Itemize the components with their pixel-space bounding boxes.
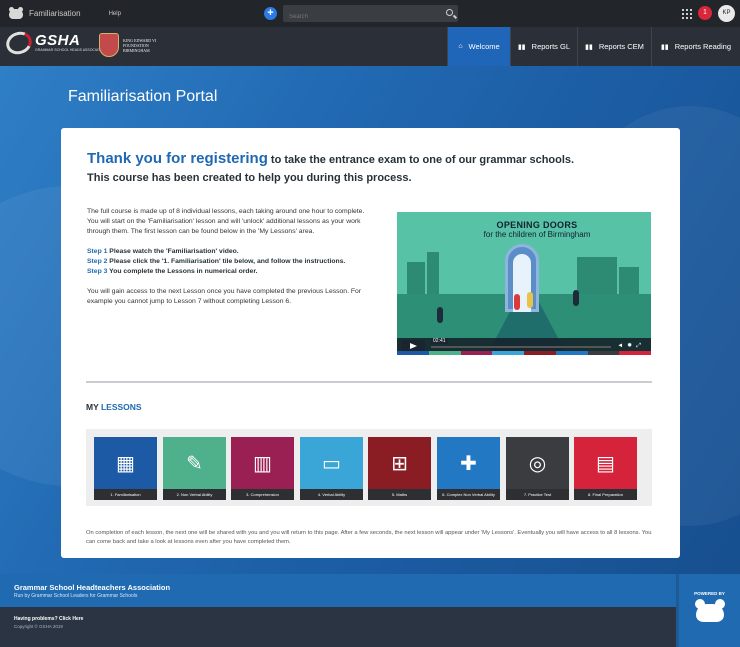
video-title-line1: OPENING DOORS: [496, 220, 578, 230]
puzzle-icon: ✚: [460, 452, 477, 475]
add-button[interactable]: +: [264, 7, 277, 20]
main-nav: ⌂ Welcome ▮▮ Reports GL ▮▮ Reports CEM ▮…: [447, 27, 740, 66]
video-progress-bar[interactable]: [431, 346, 611, 348]
bar-chart-icon: ▮▮: [585, 43, 593, 51]
bar-chart-icon: ▮▮: [517, 43, 526, 51]
kes-logo[interactable]: KING EDWARD VI FOUNDATION BIRMINGHAM: [99, 33, 156, 57]
settings-gear-icon[interactable]: ✹: [627, 343, 636, 349]
video-title-line2: for the children of Birmingham: [483, 230, 591, 239]
frog-logo-icon: [695, 599, 725, 622]
footer-org-name: Grammar School Headteachers Association: [14, 583, 171, 592]
lesson-label: 1. Familiarisation: [94, 489, 157, 500]
notification-badge[interactable]: 1: [698, 6, 712, 20]
nav-reports-gl[interactable]: ▮▮ Reports GL: [510, 27, 577, 66]
lesson-tile-verbal-ability[interactable]: ▭ 4. Verbal Ability: [300, 437, 363, 500]
site-footer: Grammar School Headteachers Association …: [0, 574, 676, 647]
nav-reports-reading[interactable]: ▮▮ Reports Reading: [651, 27, 740, 66]
apps-grid-icon[interactable]: [682, 9, 692, 19]
bar-chart-icon: ▮▮: [660, 43, 669, 51]
kes-crest-icon: [99, 33, 119, 57]
search-box: [283, 5, 458, 26]
top-bar: Familiarisation Help + 1 KP: [0, 0, 740, 27]
lesson-tile-complex-non-verbal-ability[interactable]: ✚ 6. Complex Non Verbal Ability: [437, 437, 500, 500]
video-time: 02:41: [431, 338, 448, 344]
divider: [86, 381, 652, 383]
speech-bubble-icon: ▭: [322, 452, 341, 475]
lessons-panel: ▦ 1. Familiarisation ✎ 2. Non Verbal Abi…: [86, 429, 652, 506]
lesson-tile-comprehension[interactable]: ▥ 3. Comprehension: [231, 437, 294, 500]
completion-note: On completion of each lesson, the next o…: [86, 530, 652, 545]
lesson-label: 5. Maths: [368, 489, 431, 500]
lesson-label: 3. Comprehension: [231, 489, 294, 500]
page-title: Familiarisation Portal: [68, 88, 218, 105]
fullscreen-icon[interactable]: ⤢: [636, 343, 645, 349]
search-icon[interactable]: [446, 9, 453, 16]
footer-tagline: Run by Grammar School Leaders for Gramma…: [14, 593, 138, 599]
lesson-label: 4. Verbal Ability: [300, 489, 363, 500]
target-icon: ◎: [528, 452, 547, 475]
gsha-swoosh-icon: [3, 28, 35, 58]
heading-rest: to take the entrance exam to one of our …: [267, 154, 575, 166]
nav-reports-cem[interactable]: ▮▮ Reports CEM: [577, 27, 651, 66]
lesson-label: 2. Non Verbal Ability: [163, 489, 226, 500]
video-title: OPENING DOORS for the children of Birmin…: [457, 220, 617, 239]
help-link[interactable]: Help: [109, 11, 121, 17]
nav-label: Reports CEM: [598, 42, 644, 51]
lesson-tile-maths[interactable]: ⊞ 5. Maths: [368, 437, 431, 500]
intro-text: The full course is made up of 8 individu…: [87, 207, 377, 317]
step-2: Step 2 Please click the '1. Familiarisat…: [87, 258, 346, 265]
nav-label: Welcome: [468, 42, 500, 51]
lesson-tile-non-verbal-ability[interactable]: ✎ 2. Non Verbal Ability: [163, 437, 226, 500]
books-icon: ▥: [253, 452, 272, 475]
site-header: GSHA GRAMMAR SCHOOL HEADS ASSOCIATION KI…: [0, 27, 740, 66]
card-subheading: This course has been created to help you…: [87, 172, 412, 184]
access-note: You will gain access to the next Lesson …: [87, 288, 362, 305]
gsha-logo-subtext: GRAMMAR SCHOOL HEADS ASSOCIATION: [35, 48, 107, 52]
intro-paragraph: The full course is made up of 8 individu…: [87, 208, 365, 235]
home-icon: ⌂: [458, 43, 463, 50]
lesson-label: 7. Practice Test: [506, 489, 569, 500]
volume-icon[interactable]: ◄: [617, 343, 627, 349]
calculator-icon: ⊞: [391, 452, 408, 475]
avatar[interactable]: KP: [718, 5, 735, 22]
heading-highlight: Thank you for registering: [87, 150, 268, 167]
breadcrumb[interactable]: Familiarisation: [29, 9, 81, 18]
powered-by-label: POWERED BY: [694, 591, 725, 596]
lesson-tile-final-preparation[interactable]: ▤ 8. Final Preparation: [574, 437, 637, 500]
main-area: Familiarisation Portal Thank you for reg…: [0, 66, 740, 574]
apps-icon: ▦: [116, 452, 135, 475]
card-heading: Thank you for registering to take the en…: [87, 150, 657, 184]
welcome-card: Thank you for registering to take the en…: [61, 128, 680, 558]
kes-logo-line3: BIRMINGHAM: [123, 47, 150, 53]
lesson-tile-practice-test[interactable]: ◎ 7. Practice Test: [506, 437, 569, 500]
nav-label: Reports GL: [531, 42, 571, 51]
nav-welcome[interactable]: ⌂ Welcome: [447, 27, 510, 66]
search-input[interactable]: [283, 8, 433, 26]
familiarisation-video[interactable]: OPENING DOORS for the children of Birmin…: [397, 212, 651, 355]
lesson-label: 8. Final Preparation: [574, 489, 637, 500]
steps-list: Step 1 Please watch the 'Familiarisation…: [87, 247, 377, 277]
pencil-icon: ✎: [186, 452, 203, 475]
powered-by-frog[interactable]: POWERED BY: [679, 574, 740, 647]
gsha-logo[interactable]: GSHA GRAMMAR SCHOOL HEADS ASSOCIATION: [3, 28, 107, 58]
clipboard-icon: ▤: [596, 452, 615, 475]
gsha-logo-text: GSHA: [35, 32, 81, 49]
step-1: Step 1 Please watch the 'Familiarisation…: [87, 248, 239, 255]
frog-logo-icon[interactable]: [9, 6, 23, 19]
step-3: Step 3 You complete the Lessons in numer…: [87, 268, 258, 275]
lesson-label: 6. Complex Non Verbal Ability: [437, 489, 500, 500]
help-link-footer[interactable]: Having problems? Click Here: [14, 616, 83, 622]
lesson-tile-familiarisation[interactable]: ▦ 1. Familiarisation: [94, 437, 157, 500]
copyright: Copyright © GSHA 2019: [14, 624, 63, 629]
nav-label: Reports Reading: [674, 42, 731, 51]
kes-logo-line1: KING EDWARD VI: [123, 37, 157, 43]
my-lessons-heading: MY LESSONS: [86, 402, 142, 412]
